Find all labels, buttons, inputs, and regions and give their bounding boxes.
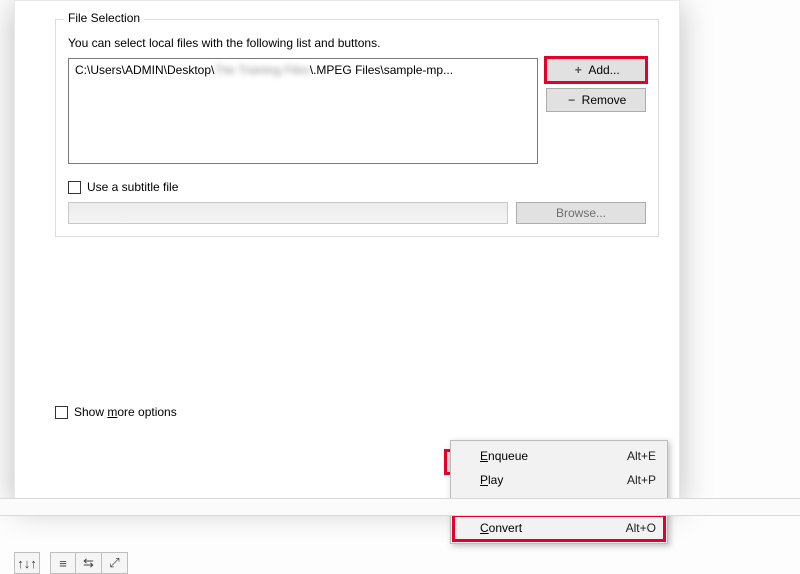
file-item[interactable]: C:\Users\ADMIN\Desktop\The Training File…	[75, 63, 453, 77]
menu-play[interactable]: Play Alt+P	[454, 468, 664, 492]
subtitle-path-input	[68, 202, 508, 224]
bottom-toolbar: ↑↓↑ ≡ ⇆ ⤢	[14, 552, 128, 574]
menu-enqueue[interactable]: Enqueue Alt+E	[454, 444, 664, 468]
repeat-icon: ⇆	[83, 555, 94, 571]
list-icon: ≡	[59, 556, 67, 571]
file-list[interactable]: C:\Users\ADMIN\Desktop\The Training File…	[68, 58, 538, 164]
show-more-options[interactable]: Show more options	[55, 405, 659, 419]
expand-icon: ⤢	[109, 555, 119, 571]
window-frame: File Selection You can select local file…	[14, 0, 680, 504]
plus-icon: +	[572, 64, 584, 76]
group-desc: You can select local files with the foll…	[68, 36, 646, 50]
toolbar-button-1[interactable]: ≡	[50, 552, 76, 574]
menu-convert[interactable]: Convert Alt+O	[454, 516, 664, 540]
remove-button[interactable]: − Remove	[546, 88, 646, 112]
subtitle-label: Use a subtitle file	[87, 180, 178, 194]
toolbar-button-3[interactable]: ⤢	[102, 552, 128, 574]
toolbar-button-0[interactable]: ↑↓↑	[14, 552, 40, 574]
more-label: Show more options	[74, 405, 177, 419]
file-selection-group: File Selection You can select local file…	[55, 19, 659, 237]
toolbar-button-2[interactable]: ⇆	[76, 552, 102, 574]
group-title: File Selection	[64, 11, 144, 25]
more-checkbox[interactable]	[55, 406, 68, 419]
add-button[interactable]: + Add...	[546, 58, 646, 82]
convert-dropdown-menu: Enqueue Alt+E Play Alt+P Stream Alt+S Co…	[450, 440, 668, 544]
dialog-body: File Selection You can select local file…	[43, 1, 671, 491]
browse-button: Browse...	[516, 202, 646, 224]
shuffle-icon: ↑↓↑	[17, 556, 37, 571]
separator-bar	[0, 498, 800, 516]
subtitle-checkbox[interactable]	[68, 181, 81, 194]
minus-icon: −	[566, 94, 578, 106]
